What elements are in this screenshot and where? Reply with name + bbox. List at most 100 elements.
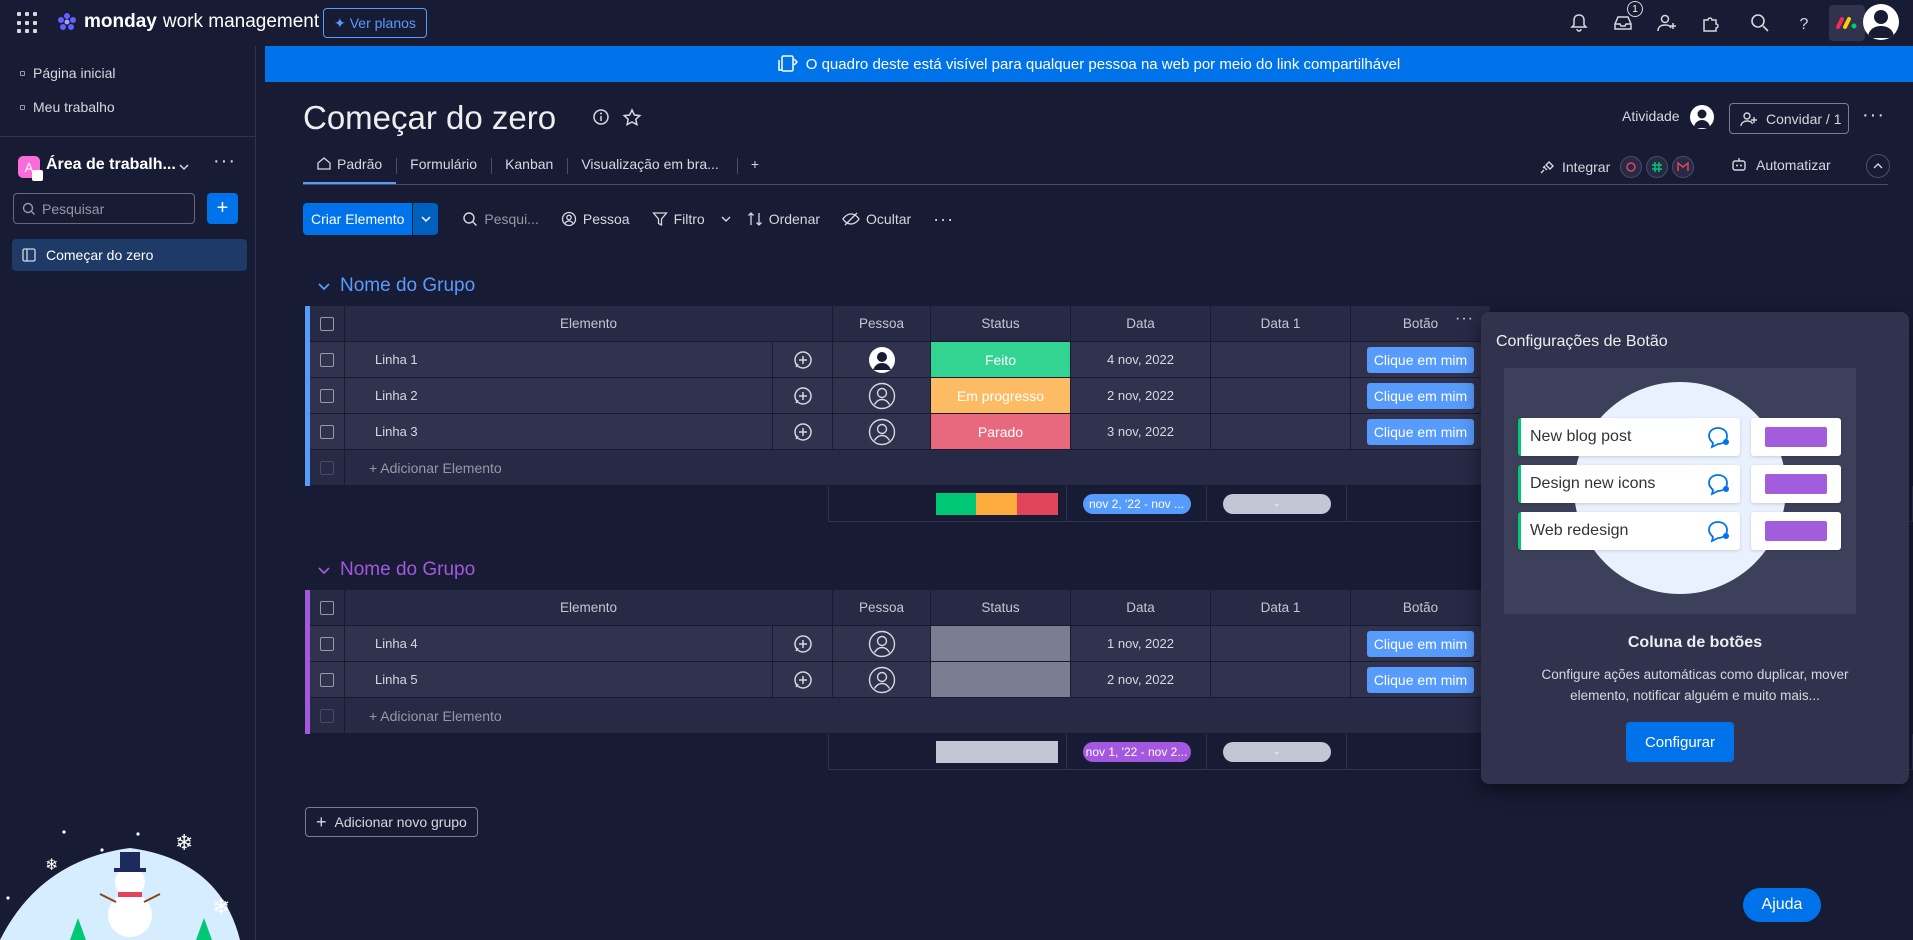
add-view-button[interactable]: + [736, 150, 773, 184]
add-update-icon[interactable] [793, 422, 813, 442]
column-header-person[interactable]: Pessoa [833, 590, 931, 626]
person-filter-button[interactable]: Pessoa [561, 211, 630, 227]
date-summary[interactable]: nov 1, '22 - nov 2... [1067, 734, 1207, 770]
automate-button[interactable]: Automatizar [1730, 156, 1831, 174]
sidebar-item-home[interactable]: Página inicial [20, 62, 116, 84]
status-summary[interactable] [927, 734, 1067, 770]
tab-main-table[interactable]: Padrão [303, 150, 397, 184]
workspace-more-icon[interactable]: ··· [213, 150, 236, 173]
help-button[interactable]: Ajuda [1743, 888, 1821, 922]
add-update-icon[interactable] [793, 634, 813, 654]
checkbox[interactable] [320, 600, 334, 615]
status-cell[interactable]: Em progresso [931, 378, 1071, 414]
date1-summary[interactable]: - [1207, 734, 1347, 770]
date1-cell[interactable] [1211, 378, 1351, 414]
group-title[interactable]: Nome do Grupo [340, 275, 475, 297]
chevron-down-icon[interactable] [318, 280, 330, 292]
date1-cell[interactable] [1211, 662, 1351, 698]
person-cell[interactable] [833, 662, 931, 698]
help-icon[interactable]: ? [1793, 12, 1815, 34]
tab-kanban[interactable]: Kanban [491, 150, 567, 184]
column-header-status[interactable]: Status [931, 306, 1071, 342]
add-update-icon[interactable] [793, 386, 813, 406]
column-header-date[interactable]: Data [1071, 590, 1211, 626]
checkbox[interactable] [320, 636, 334, 651]
date-cell[interactable]: 2 nov, 2022 [1071, 662, 1211, 698]
column-header-button[interactable]: Botão [1351, 590, 1491, 626]
tab-blank-view[interactable]: Visualização em bra... [567, 150, 736, 184]
activity-label[interactable]: Atividade [1622, 108, 1680, 124]
status-cell[interactable] [931, 662, 1071, 698]
group-header[interactable]: Nome do Grupo [318, 559, 475, 581]
add-update-icon[interactable] [793, 670, 813, 690]
item-name-cell[interactable]: Linha 3 [345, 414, 773, 450]
status-summary[interactable] [927, 486, 1067, 522]
board-search-input[interactable]: Pesqui... [462, 211, 539, 227]
select-all-checkbox-cell[interactable] [310, 306, 345, 342]
see-plans-button[interactable]: ✦ Ver planos [323, 8, 427, 38]
group-title[interactable]: Nome do Grupo [340, 559, 475, 581]
add-new-group-button[interactable]: + Adicionar novo grupo [305, 807, 478, 837]
date-cell[interactable]: 1 nov, 2022 [1071, 626, 1211, 662]
column-menu-icon[interactable]: ··· [1455, 310, 1474, 328]
row-checkbox-cell[interactable] [310, 342, 345, 378]
item-name-cell[interactable]: Linha 2 [345, 378, 773, 414]
configure-button[interactable]: Configurar [1626, 722, 1734, 762]
item-name-cell[interactable]: Linha 4 [345, 626, 773, 662]
item-updates-cell[interactable] [773, 378, 833, 414]
column-header-person[interactable]: Pessoa [833, 306, 931, 342]
person-cell[interactable] [833, 342, 931, 378]
info-icon[interactable] [592, 108, 610, 126]
chevron-down-icon[interactable] [721, 214, 731, 224]
person-cell[interactable] [833, 378, 931, 414]
brand-logo[interactable]: monday work management [56, 11, 319, 33]
item-updates-cell[interactable] [773, 342, 833, 378]
row-checkbox-cell[interactable] [310, 378, 345, 414]
date-summary[interactable]: nov 2, '22 - nov ... [1067, 486, 1207, 522]
checkbox[interactable] [320, 352, 334, 367]
row-checkbox-cell[interactable] [310, 626, 345, 662]
tab-form[interactable]: Formulário [396, 150, 491, 184]
checkbox[interactable] [320, 388, 334, 403]
date1-cell[interactable] [1211, 342, 1351, 378]
item-updates-cell[interactable] [773, 414, 833, 450]
column-header-date1[interactable]: Data 1 [1211, 590, 1351, 626]
checkbox[interactable] [320, 316, 334, 331]
add-item-input[interactable]: + Adicionar Elemento [345, 698, 1491, 734]
click-me-button[interactable]: Clique em mim [1366, 666, 1475, 693]
checkbox[interactable] [320, 672, 334, 687]
invite-members-icon[interactable] [1656, 12, 1678, 34]
column-header-date[interactable]: Data [1071, 306, 1211, 342]
sidebar-item-board[interactable]: Começar do zero [12, 239, 247, 271]
status-cell[interactable]: Feito [931, 342, 1071, 378]
column-header-item[interactable]: Elemento [345, 306, 833, 342]
add-item-input[interactable]: + Adicionar Elemento [345, 450, 1491, 486]
checkbox[interactable] [320, 424, 334, 439]
column-header-status[interactable]: Status [931, 590, 1071, 626]
item-updates-cell[interactable] [773, 626, 833, 662]
item-name-cell[interactable]: Linha 5 [345, 662, 773, 698]
bell-icon[interactable] [1568, 12, 1590, 34]
search-icon[interactable] [1749, 12, 1771, 34]
chevron-down-icon[interactable] [318, 564, 330, 576]
workspace-name[interactable]: Área de trabalh... [46, 156, 176, 174]
date1-summary[interactable]: - [1207, 486, 1347, 522]
column-header-date1[interactable]: Data 1 [1211, 306, 1351, 342]
click-me-button[interactable]: Clique em mim [1366, 630, 1475, 657]
group-header[interactable]: Nome do Grupo [318, 275, 475, 297]
date-cell[interactable]: 2 nov, 2022 [1071, 378, 1211, 414]
collapse-header-button[interactable] [1866, 154, 1890, 178]
sort-button[interactable]: Ordenar [747, 211, 820, 227]
date-cell[interactable]: 4 nov, 2022 [1071, 342, 1211, 378]
apps-puzzle-icon[interactable] [1700, 12, 1722, 34]
sidebar-item-my-work[interactable]: Meu trabalho [20, 96, 115, 118]
item-name-cell[interactable]: Linha 1 [345, 342, 773, 378]
status-cell[interactable]: Parado [931, 414, 1071, 450]
person-cell[interactable] [833, 626, 931, 662]
status-cell[interactable] [931, 626, 1071, 662]
hide-button[interactable]: Ocultar [842, 211, 911, 227]
filter-button[interactable]: Filtro [651, 211, 731, 227]
apps-grid-icon[interactable] [17, 12, 39, 34]
invite-button[interactable]: Convidar / 1 [1729, 103, 1849, 134]
click-me-button[interactable]: Clique em mim [1366, 418, 1475, 445]
